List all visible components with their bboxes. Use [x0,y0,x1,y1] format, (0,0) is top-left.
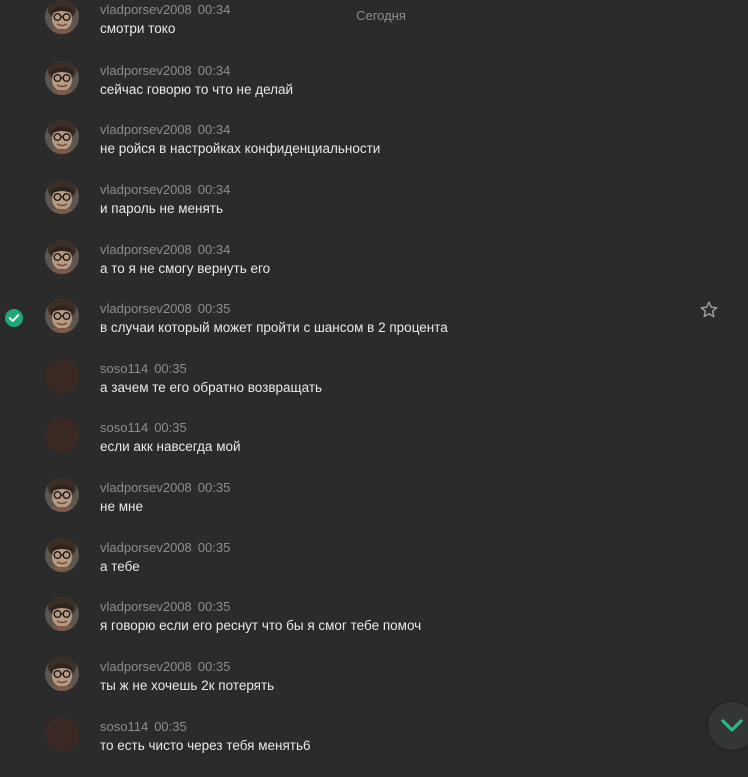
avatar-vladporsev2008[interactable] [45,180,79,214]
message-time: 00:35 [154,719,187,734]
message-text: и пароль не менять [100,201,223,216]
message-time: 00:34 [197,242,231,257]
message-meta: vladporsev2008 00:34 [100,242,230,257]
message-time: 00:35 [197,301,231,316]
avatar-vladporsev2008[interactable] [45,657,79,691]
avatar-vladporsev2008[interactable] [45,61,79,95]
message-meta: vladporsev2008 00:34 [100,122,230,137]
avatar-vladporsev2008[interactable] [45,120,79,154]
check-circle-icon[interactable] [5,309,23,327]
message-time: 00:34 [197,122,231,137]
avatar-vladporsev2008[interactable] [45,597,79,631]
message-time: 00:34 [197,63,231,78]
author-name[interactable]: soso114 [100,719,148,734]
message-text: а зачем те его обратно возвращать [100,380,323,395]
message-item[interactable]: vladporsev2008 00:35 а тебе [0,538,748,598]
avatar-soso114[interactable] [45,717,79,751]
message-text: сейчас говорю то что не делай [100,82,294,97]
message-time: 00:35 [154,420,187,435]
message-meta: vladporsev2008 00:35 [100,301,230,316]
message-item[interactable]: vladporsev2008 00:34 сейчас говорю то что… [0,61,748,121]
message-text: в случаи который может пройти с шансом в… [100,320,448,335]
star-icon[interactable] [699,300,719,320]
message-meta: vladporsev2008 00:35 [100,540,230,555]
message-text: не мне [100,499,143,514]
author-name[interactable]: vladporsev2008 [100,301,192,316]
avatar-soso114[interactable] [45,418,79,452]
message-meta: soso114 00:35 [100,719,187,734]
message-item[interactable]: vladporsev2008 00:35 я говорю если его ре… [0,597,748,657]
message-item[interactable]: vladporsev2008 00:35 не мне [0,478,748,538]
author-name[interactable]: soso114 [100,361,148,376]
message-meta: vladporsev2008 00:34 [100,182,230,197]
message-meta: vladporsev2008 00:35 [100,480,230,495]
message-item-selected[interactable]: vladporsev2008 00:35 в случаи который мож… [0,299,748,359]
chevron-down-icon [721,719,743,732]
author-name[interactable]: vladporsev2008 [100,599,192,614]
message-text: я говорю если его реснут что бы я смог т… [100,618,422,633]
message-item[interactable]: vladporsev2008 00:34 не ройся в настройка… [0,120,748,180]
avatar-vladporsev2008[interactable] [45,0,79,34]
message-meta: vladporsev2008 00:35 [100,599,230,614]
message-text: а тебе [100,559,140,574]
message-time: 00:35 [197,659,231,674]
avatar-vladporsev2008[interactable] [45,240,79,274]
message-item[interactable]: vladporsev2008 00:34 а то я не смогу верн… [0,240,748,300]
author-name[interactable]: vladporsev2008 [100,2,192,17]
message-text: а то я не смогу вернуть его [100,261,271,276]
message-meta: vladporsev2008 00:34 [100,2,230,17]
scroll-to-bottom-button[interactable] [708,702,748,750]
message-time: 00:35 [197,480,231,495]
avatar-vladporsev2008[interactable] [45,538,79,572]
message-item[interactable]: soso114 00:35 если акк навсегда мой [0,418,748,478]
message-text: если акк навсегда мой [100,439,241,454]
author-name[interactable]: vladporsev2008 [100,63,192,78]
message-time: 00:35 [197,599,231,614]
message-meta: soso114 00:35 [100,420,187,435]
author-name[interactable]: vladporsev2008 [100,540,192,555]
message-meta: vladporsev2008 00:35 [100,659,230,674]
message-text: не ройся в настройках конфиденциальности [100,141,381,156]
message-item[interactable]: vladporsev2008 00:34 смотри токо [0,0,748,60]
author-name[interactable]: soso114 [100,420,148,435]
message-text: смотри токо [100,21,176,36]
author-name[interactable]: vladporsev2008 [100,242,192,257]
message-item[interactable]: soso114 00:35 то есть чисто через тебя ме… [0,717,748,777]
message-time: 00:35 [154,361,187,376]
author-name[interactable]: vladporsev2008 [100,122,192,137]
message-item[interactable]: vladporsev2008 00:34 и пароль не менять [0,180,748,240]
message-item[interactable]: soso114 00:35 а зачем те его обратно возв… [0,359,748,419]
message-meta: vladporsev2008 00:34 [100,63,230,78]
avatar-soso114[interactable] [45,359,79,393]
author-name[interactable]: vladporsev2008 [100,480,192,495]
author-name[interactable]: vladporsev2008 [100,182,192,197]
message-meta: soso114 00:35 [100,361,187,376]
message-text: то есть чисто через тебя менять6 [100,738,311,753]
message-time: 00:35 [197,540,231,555]
message-time: 00:34 [197,182,231,197]
avatar-vladporsev2008[interactable] [45,299,79,333]
message-time: 00:34 [197,2,231,17]
message-item[interactable]: vladporsev2008 00:35 ты ж не хочешь 2к по… [0,657,748,717]
message-text: ты ж не хочешь 2к потерять [100,678,275,693]
chat-message-list[interactable]: Сегодня vladporsev2008 00:34 смотри токо … [0,0,748,761]
author-name[interactable]: vladporsev2008 [100,659,192,674]
avatar-vladporsev2008[interactable] [45,478,79,512]
